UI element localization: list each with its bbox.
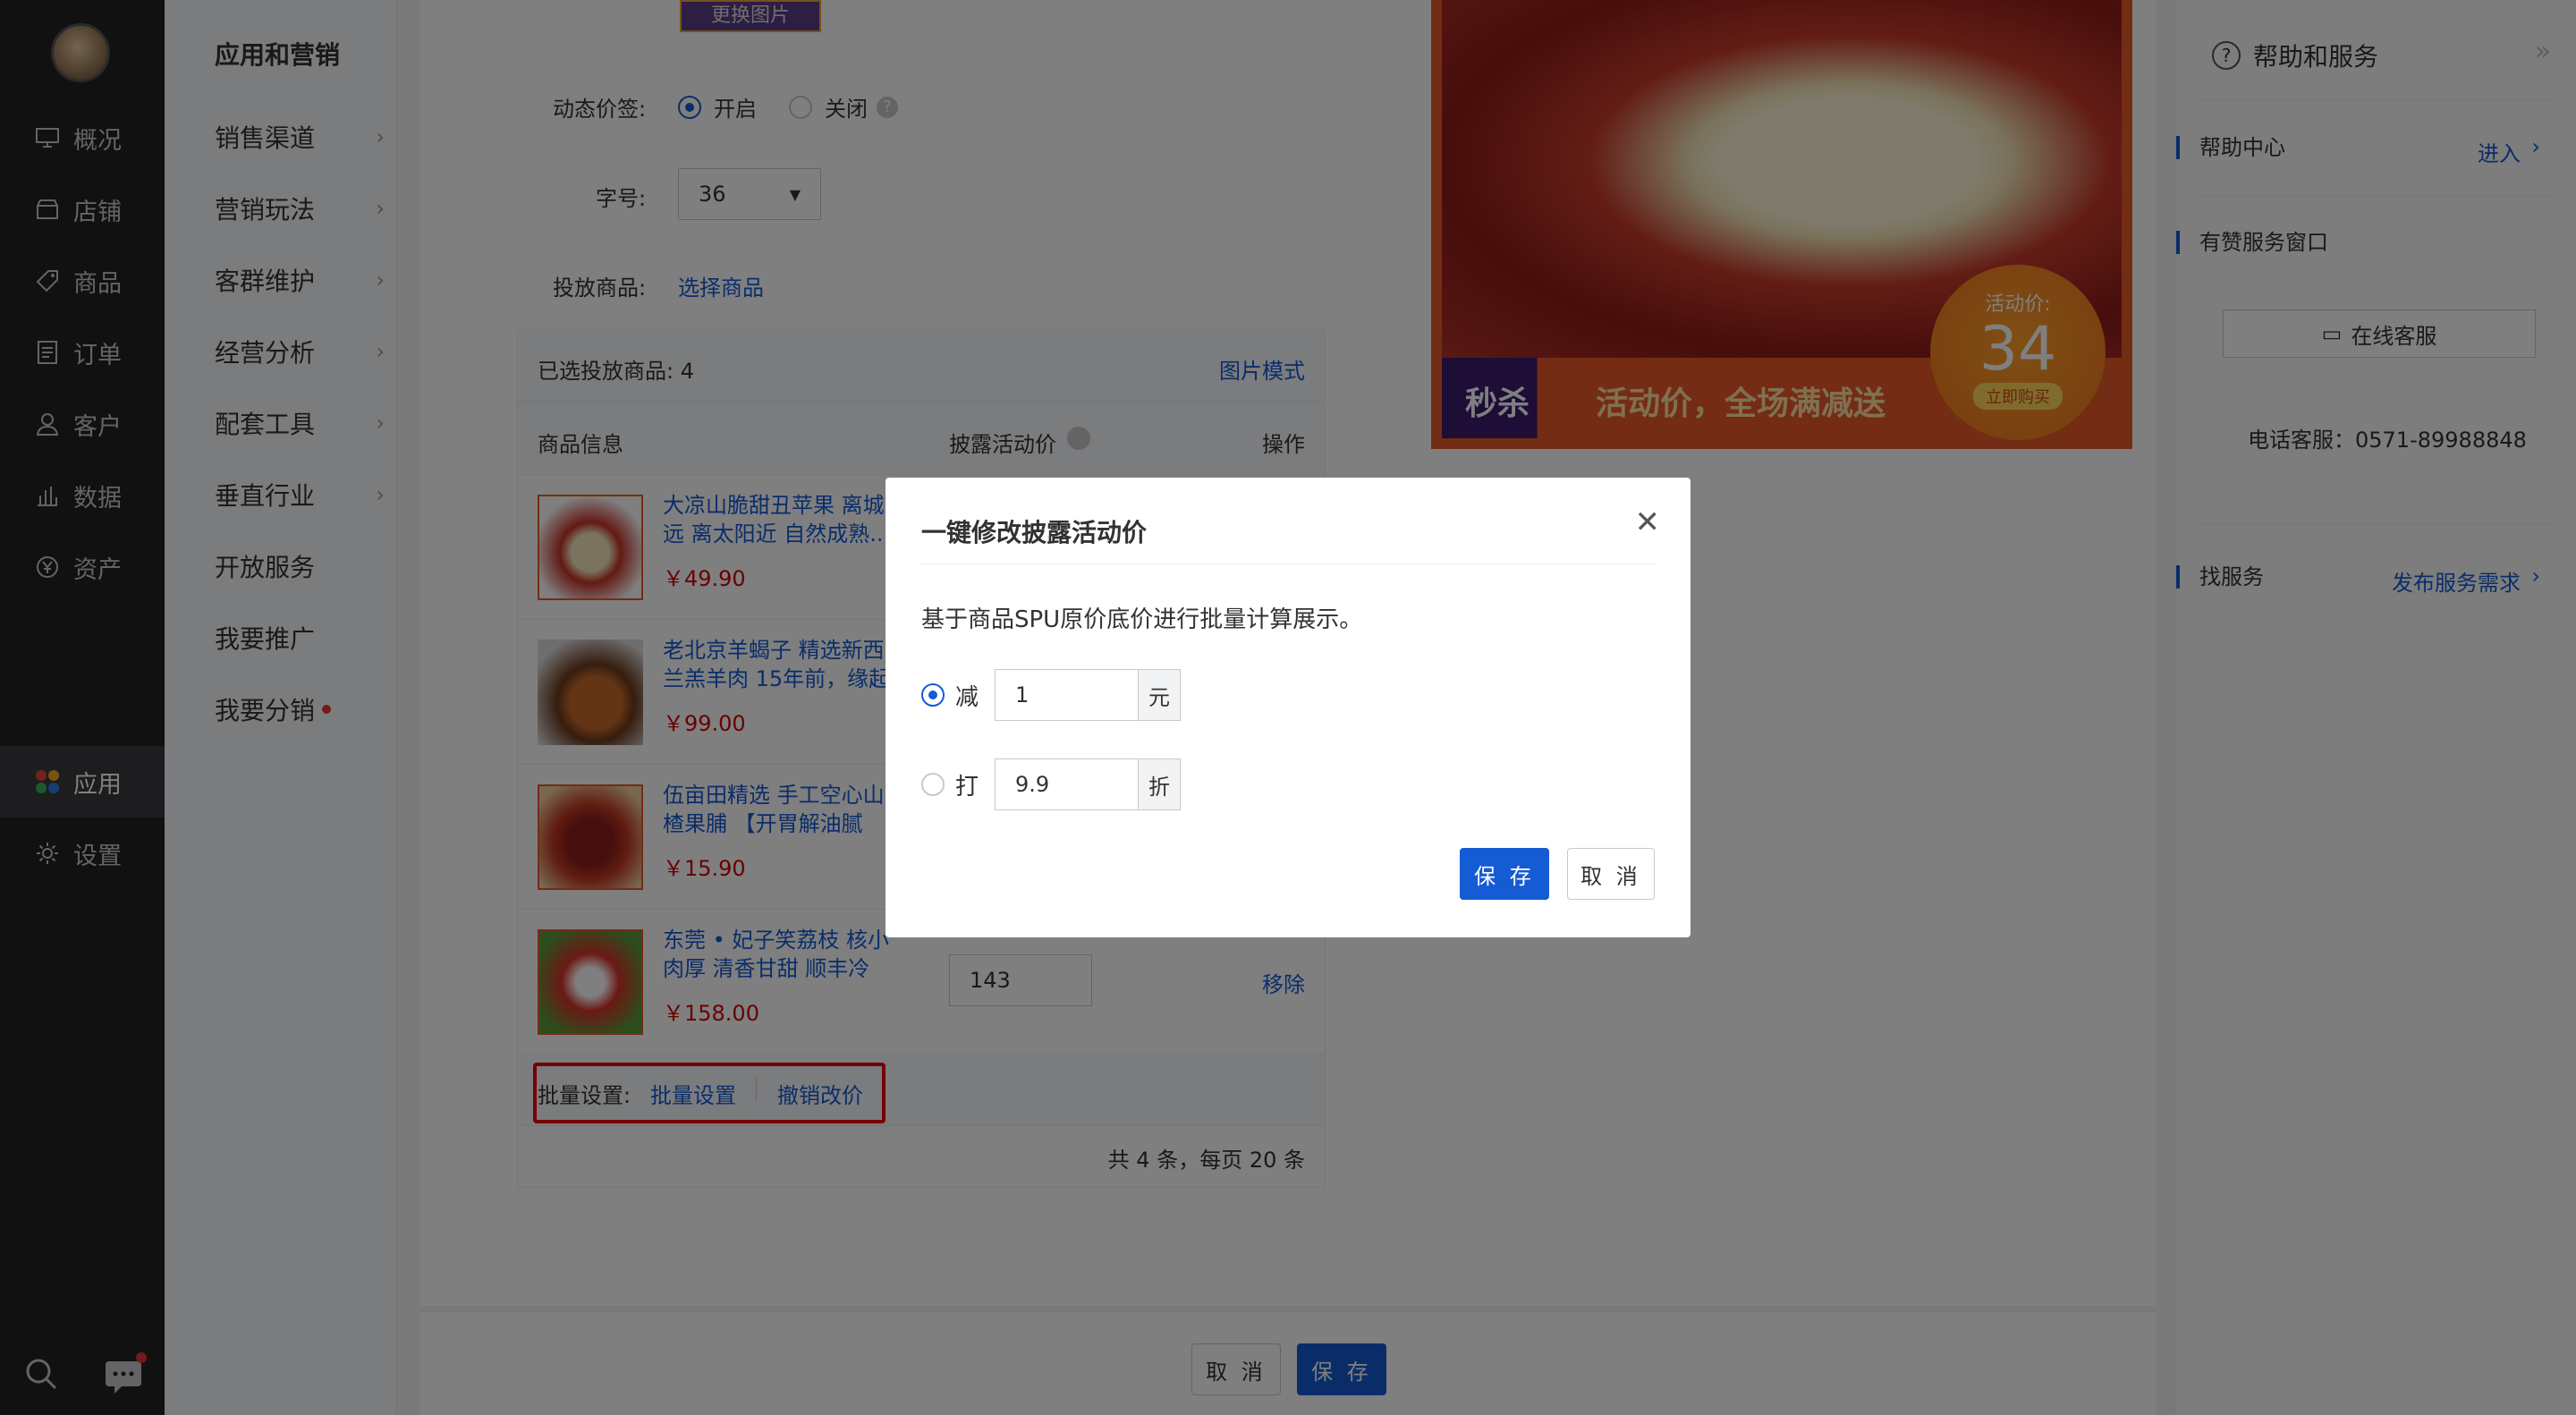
discount-input-group: 9.9 折 (995, 758, 1182, 810)
minus-input-group: 1 元 (995, 669, 1182, 721)
discount-rate-input[interactable]: 9.9 (995, 758, 1139, 810)
divider (921, 563, 1655, 564)
modal-cancel-button[interactable]: 取 消 (1567, 848, 1655, 900)
discount-option-radio[interactable] (921, 773, 945, 796)
modal-save-button[interactable]: 保 存 (1460, 848, 1549, 900)
option-label: 打 (955, 773, 979, 801)
minus-option-radio[interactable] (921, 683, 945, 707)
unit-addon: 折 (1138, 758, 1182, 810)
modal-title: 一键修改披露活动价 (921, 518, 1148, 547)
modal-description: 基于商品SPU原价底价进行批量计算展示。 (921, 606, 1363, 633)
minus-amount-input[interactable]: 1 (995, 669, 1139, 721)
close-icon[interactable]: ✕ (1635, 504, 1661, 540)
discount-option-row: 打 9.9 折 (921, 758, 1182, 810)
minus-option-row: 减 1 元 (921, 669, 1182, 721)
option-label: 减 (955, 683, 979, 711)
batch-price-modal: 一键修改披露活动价 ✕ 基于商品SPU原价底价进行批量计算展示。 减 1 元 打… (886, 478, 1690, 937)
unit-addon: 元 (1138, 669, 1182, 721)
